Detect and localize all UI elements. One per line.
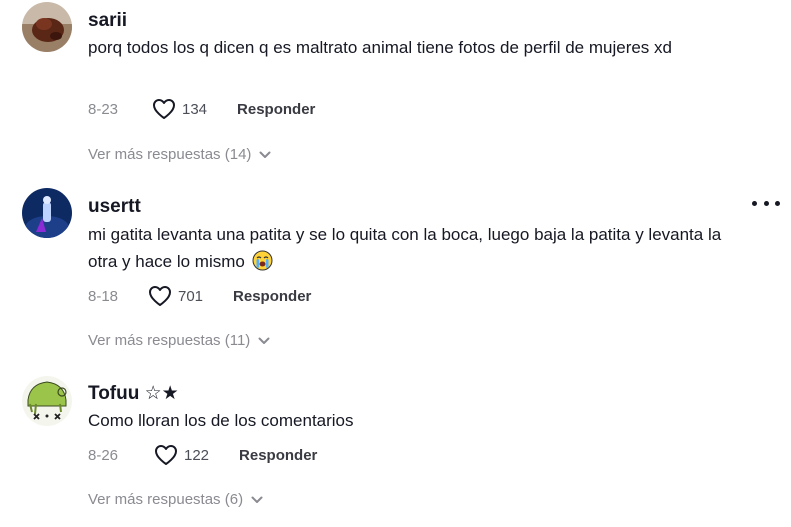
comment-meta: 8-26 122 Responder [88, 444, 317, 466]
crying-face-emoji-icon [252, 250, 273, 271]
comment-item: sarii porq todos los q dicen q es maltra… [0, 0, 791, 180]
reply-button[interactable]: Responder [233, 288, 311, 305]
avatar-image [22, 2, 72, 52]
chevron-down-icon [251, 496, 263, 503]
comment-meta: 8-18 701 Responder [88, 285, 311, 307]
like-count: 134 [182, 100, 208, 118]
comment-date: 8-23 [88, 100, 119, 118]
view-more-replies-label: Ver más respuestas (14) [88, 146, 252, 163]
comment-username[interactable]: Tofuu ☆★ [88, 382, 179, 405]
comment-item: Tofuu ☆★ Como lloran los de los comentar… [0, 370, 791, 527]
more-options-icon [752, 200, 757, 206]
heart-icon [153, 99, 175, 119]
more-options-dot [763, 200, 769, 206]
chevron-down-icon [259, 151, 271, 158]
more-options-dot [775, 200, 780, 206]
comment-text: porq todos los q dicen q es maltrato ani… [88, 38, 672, 57]
reply-button[interactable]: Responder [239, 447, 317, 464]
avatar[interactable] [22, 2, 72, 52]
avatar[interactable] [22, 188, 72, 238]
view-more-replies-label: Ver más respuestas (6) [88, 491, 244, 508]
view-more-replies[interactable]: Ver más respuestas (11) [88, 332, 270, 349]
heart-icon [155, 445, 177, 465]
comment-item: usertt mi gatita levanta una patita y se… [0, 180, 791, 370]
avatar[interactable] [22, 376, 72, 426]
comment-text-body: mi gatita levanta una patita y se lo qui… [88, 225, 722, 271]
comment-date: 8-18 [88, 287, 119, 305]
comment-username[interactable]: usertt [88, 196, 141, 218]
comment-text: Como lloran los de los comentarios [88, 411, 354, 430]
avatar-image [22, 376, 72, 426]
heart-icon [149, 286, 171, 306]
like-button[interactable]: 701 [148, 285, 203, 307]
like-button[interactable]: 122 [154, 444, 209, 466]
reply-button[interactable]: Responder [237, 101, 315, 118]
like-count: 122 [184, 446, 210, 464]
comment-meta: 8-23 134 Responder [88, 98, 315, 120]
more-options-button[interactable] [752, 195, 780, 211]
view-more-replies[interactable]: Ver más respuestas (6) [88, 491, 263, 508]
like-count: 701 [178, 287, 204, 305]
view-more-replies-label: Ver más respuestas (11) [88, 332, 251, 349]
view-more-replies[interactable]: Ver más respuestas (14) [88, 146, 271, 163]
comment-date: 8-26 [88, 446, 119, 464]
avatar-image [22, 188, 72, 238]
chevron-down-icon [258, 337, 270, 344]
comment-text: mi gatita levanta una patita y se lo qui… [88, 221, 748, 275]
like-button[interactable]: 134 [152, 98, 207, 120]
comment-username[interactable]: sarii [88, 10, 127, 32]
